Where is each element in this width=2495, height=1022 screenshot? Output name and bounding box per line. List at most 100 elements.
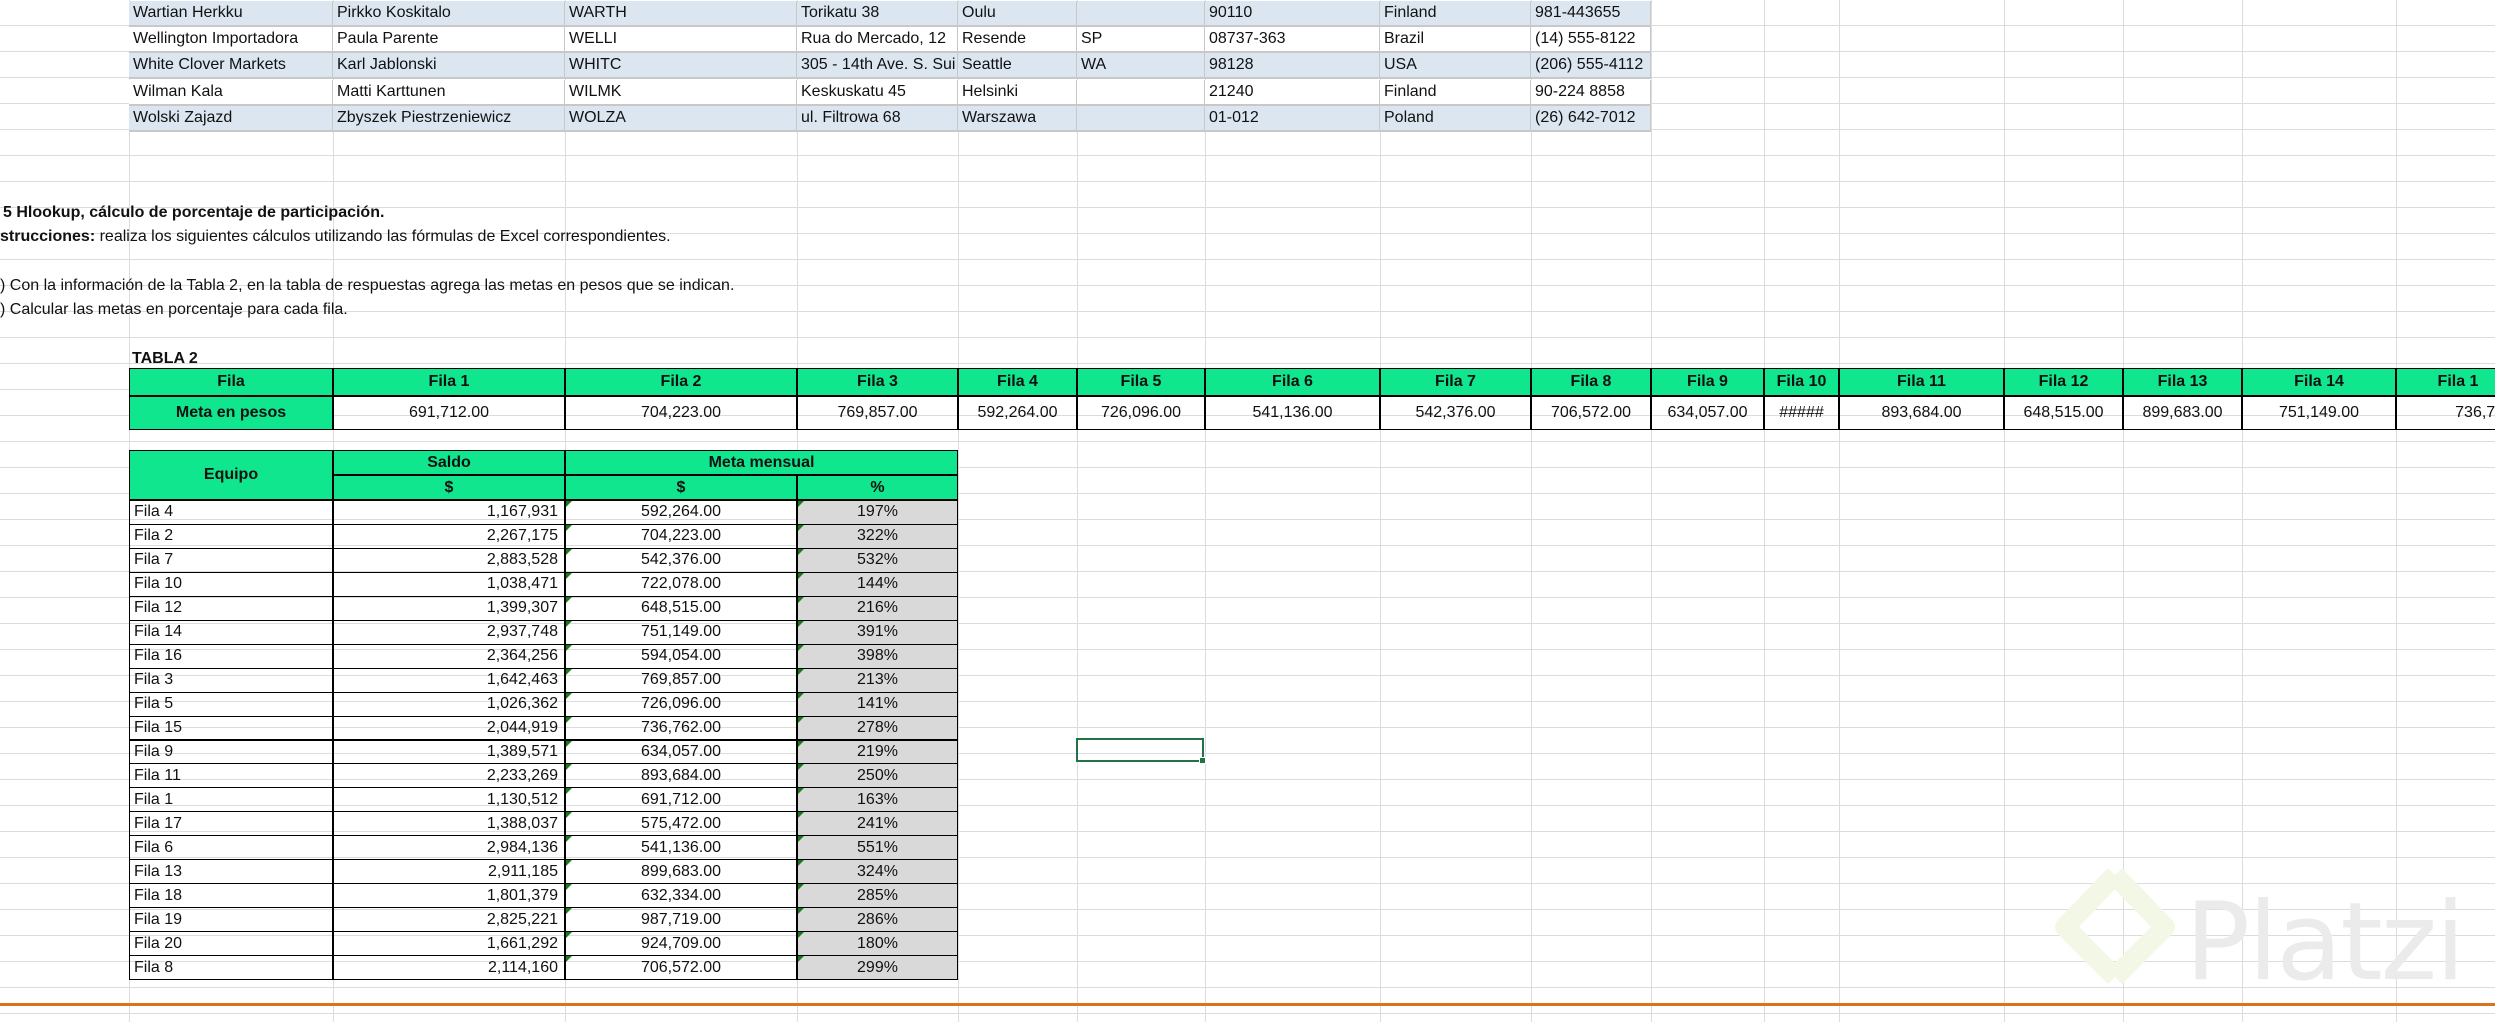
tabla2-column-header[interactable]: Fila 14 bbox=[2242, 368, 2396, 396]
equipo-cell[interactable]: Fila 15 bbox=[129, 715, 333, 741]
customer-cell[interactable]: Torikatu 38 bbox=[797, 1, 958, 27]
meta-pct-cell[interactable]: 278% bbox=[797, 715, 958, 741]
customer-cell[interactable]: 01-012 bbox=[1205, 105, 1380, 132]
equipo-cell[interactable]: Fila 11 bbox=[129, 763, 333, 789]
tabla2-column-header[interactable]: Fila 1 bbox=[2396, 368, 2495, 396]
tabla2-column-header[interactable]: Fila 5 bbox=[1077, 368, 1205, 396]
tabla2-header-meta[interactable]: Meta en pesos bbox=[129, 396, 333, 430]
selected-cell[interactable] bbox=[1076, 738, 1206, 764]
tabla2-column-header[interactable]: Fila 9 bbox=[1651, 368, 1764, 396]
saldo-cell[interactable]: 2,911,185 bbox=[333, 859, 565, 885]
meta-pesos-cell[interactable]: 924,709.00 bbox=[565, 931, 797, 957]
meta-pesos-cell[interactable]: 634,057.00 bbox=[565, 739, 797, 765]
saldo-cell[interactable]: 2,364,256 bbox=[333, 643, 565, 669]
equipo-cell[interactable]: Fila 2 bbox=[129, 523, 333, 549]
equipo-cell[interactable]: Fila 19 bbox=[129, 907, 333, 933]
meta-pesos-cell[interactable]: 899,683.00 bbox=[565, 859, 797, 885]
customer-cell[interactable]: Resende bbox=[958, 27, 1077, 54]
equipo-cell[interactable]: Fila 5 bbox=[129, 691, 333, 717]
saldo-cell[interactable]: 1,642,463 bbox=[333, 667, 565, 693]
customer-cell[interactable]: Finland bbox=[1380, 1, 1531, 27]
equipo-cell[interactable]: Fila 6 bbox=[129, 835, 333, 861]
tabla2-column-header[interactable]: Fila 2 bbox=[565, 368, 797, 396]
customer-cell[interactable]: (14) 555-8122 bbox=[1531, 27, 1651, 54]
tabla2-value-cell[interactable]: ##### bbox=[1764, 396, 1839, 430]
customer-cell[interactable] bbox=[1077, 1, 1205, 27]
saldo-cell[interactable]: 2,233,269 bbox=[333, 763, 565, 789]
subheader-saldo-pesos[interactable]: $ bbox=[333, 475, 565, 500]
saldo-cell[interactable]: 2,825,221 bbox=[333, 907, 565, 933]
tabla2-column-header[interactable]: Fila 6 bbox=[1205, 368, 1380, 396]
customer-cell[interactable]: Helsinki bbox=[958, 79, 1077, 106]
customer-cell[interactable]: 90110 bbox=[1205, 1, 1380, 27]
tabla2-column-header[interactable]: Fila 1 bbox=[333, 368, 565, 396]
customer-cell[interactable] bbox=[1077, 105, 1205, 132]
meta-pesos-cell[interactable]: 594,054.00 bbox=[565, 643, 797, 669]
equipo-cell[interactable]: Fila 14 bbox=[129, 619, 333, 645]
meta-pesos-cell[interactable]: 751,149.00 bbox=[565, 619, 797, 645]
meta-pesos-cell[interactable]: 541,136.00 bbox=[565, 835, 797, 861]
meta-pesos-cell[interactable]: 736,762.00 bbox=[565, 715, 797, 741]
saldo-cell[interactable]: 1,801,379 bbox=[333, 883, 565, 909]
customer-cell[interactable]: WA bbox=[1077, 53, 1205, 80]
customer-cell[interactable]: Wolski Zajazd bbox=[129, 105, 333, 132]
tabla2-value-cell[interactable]: 769,857.00 bbox=[797, 396, 958, 430]
equipo-cell[interactable]: Fila 4 bbox=[129, 500, 333, 525]
customer-cell[interactable]: Seattle bbox=[958, 53, 1077, 80]
equipo-cell[interactable]: Fila 7 bbox=[129, 547, 333, 573]
saldo-cell[interactable]: 2,937,748 bbox=[333, 619, 565, 645]
equipo-cell[interactable]: Fila 20 bbox=[129, 931, 333, 957]
meta-pesos-cell[interactable]: 592,264.00 bbox=[565, 500, 797, 525]
customer-cell[interactable]: 90-224 8858 bbox=[1531, 79, 1651, 106]
meta-pct-cell[interactable]: 285% bbox=[797, 883, 958, 909]
customer-cell[interactable]: Poland bbox=[1380, 105, 1531, 132]
tabla2-value-cell[interactable]: 691,712.00 bbox=[333, 396, 565, 430]
meta-pct-cell[interactable]: 398% bbox=[797, 643, 958, 669]
meta-pct-cell[interactable]: 551% bbox=[797, 835, 958, 861]
meta-pct-cell[interactable]: 391% bbox=[797, 619, 958, 645]
tabla2-value-cell[interactable]: 706,572.00 bbox=[1531, 396, 1651, 430]
saldo-cell[interactable]: 1,130,512 bbox=[333, 787, 565, 813]
tabla2-value-cell[interactable]: 736,762 bbox=[2396, 396, 2495, 430]
meta-pct-cell[interactable]: 324% bbox=[797, 859, 958, 885]
meta-pct-cell[interactable]: 216% bbox=[797, 595, 958, 621]
meta-pesos-cell[interactable]: 893,684.00 bbox=[565, 763, 797, 789]
customer-cell[interactable]: White Clover Markets bbox=[129, 53, 333, 80]
equipo-cell[interactable]: Fila 16 bbox=[129, 643, 333, 669]
customer-cell[interactable]: Wellington Importadora bbox=[129, 27, 333, 54]
saldo-cell[interactable]: 1,167,931 bbox=[333, 500, 565, 525]
meta-pesos-cell[interactable]: 648,515.00 bbox=[565, 595, 797, 621]
tabla2-column-header[interactable]: Fila 8 bbox=[1531, 368, 1651, 396]
customer-cell[interactable]: Wilman Kala bbox=[129, 79, 333, 106]
header-saldo[interactable]: Saldo bbox=[333, 450, 565, 475]
equipo-cell[interactable]: Fila 12 bbox=[129, 595, 333, 621]
meta-pesos-cell[interactable]: 987,719.00 bbox=[565, 907, 797, 933]
meta-pesos-cell[interactable]: 769,857.00 bbox=[565, 667, 797, 693]
saldo-cell[interactable]: 1,038,471 bbox=[333, 571, 565, 597]
tabla2-value-cell[interactable]: 704,223.00 bbox=[565, 396, 797, 430]
saldo-cell[interactable]: 2,984,136 bbox=[333, 835, 565, 861]
customer-cell[interactable]: 21240 bbox=[1205, 79, 1380, 106]
customer-cell[interactable]: Matti Karttunen bbox=[333, 79, 565, 106]
saldo-cell[interactable]: 1,399,307 bbox=[333, 595, 565, 621]
subheader-meta-pesos[interactable]: $ bbox=[565, 475, 797, 500]
meta-pct-cell[interactable]: 322% bbox=[797, 523, 958, 549]
customer-cell[interactable]: Oulu bbox=[958, 1, 1077, 27]
customer-cell[interactable]: Wartian Herkku bbox=[129, 1, 333, 27]
meta-pct-cell[interactable]: 197% bbox=[797, 500, 958, 525]
customer-cell[interactable]: WHITC bbox=[565, 53, 797, 80]
saldo-cell[interactable]: 1,661,292 bbox=[333, 931, 565, 957]
saldo-cell[interactable]: 1,389,571 bbox=[333, 739, 565, 765]
meta-pct-cell[interactable]: 219% bbox=[797, 739, 958, 765]
customer-cell[interactable]: Paula Parente bbox=[333, 27, 565, 54]
customer-cell[interactable]: ul. Filtrowa 68 bbox=[797, 105, 958, 132]
meta-pct-cell[interactable]: 532% bbox=[797, 547, 958, 573]
customer-cell[interactable]: Keskuskatu 45 bbox=[797, 79, 958, 106]
tabla2-value-cell[interactable]: 893,684.00 bbox=[1839, 396, 2004, 430]
meta-pct-cell[interactable]: 144% bbox=[797, 571, 958, 597]
saldo-cell[interactable]: 2,114,160 bbox=[333, 955, 565, 980]
customer-cell[interactable]: WILMK bbox=[565, 79, 797, 106]
equipo-cell[interactable]: Fila 3 bbox=[129, 667, 333, 693]
customer-cell[interactable]: 981-443655 bbox=[1531, 1, 1651, 27]
meta-pesos-cell[interactable]: 542,376.00 bbox=[565, 547, 797, 573]
